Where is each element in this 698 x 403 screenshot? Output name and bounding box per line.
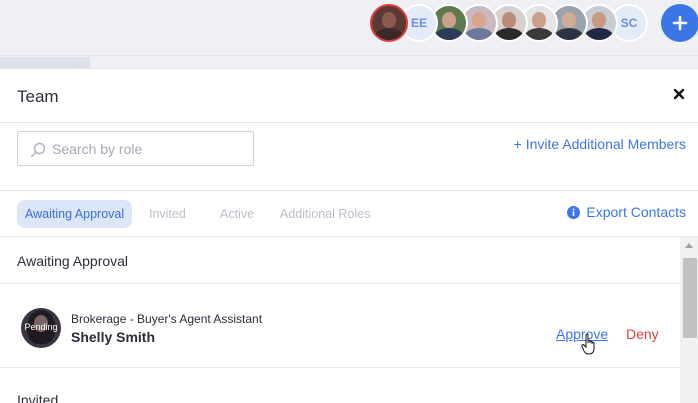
pending-badge: Pending xyxy=(24,322,58,332)
scrollbar-thumb[interactable] xyxy=(683,258,697,338)
panel-header: Team xyxy=(0,69,698,123)
tab-active[interactable]: Active xyxy=(212,200,262,228)
tab-bar: Awaiting Approval Invited Active Additio… xyxy=(0,191,698,237)
member-name: Shelly Smith xyxy=(71,329,156,345)
member-role: Brokerage - Buyer's Agent Assistant xyxy=(71,312,263,326)
close-icon[interactable] xyxy=(672,87,686,101)
add-button[interactable] xyxy=(661,4,698,42)
hand-pointer-icon xyxy=(581,333,595,355)
export-contacts-label: Export Contacts xyxy=(586,204,686,220)
export-contacts-link[interactable]: Export Contacts xyxy=(567,204,686,220)
scroll-up-arrow-icon[interactable] xyxy=(684,241,694,249)
invite-members-link[interactable]: + Invite Additional Members xyxy=(514,136,686,152)
member-row: Pending Brokerage - Buyer's Agent Assist… xyxy=(0,284,698,368)
avatar: Pending xyxy=(21,308,61,348)
top-bar: EE SC xyxy=(0,0,698,56)
tab-additional-roles[interactable]: Additional Roles xyxy=(272,200,378,228)
page-title: Team xyxy=(17,87,59,106)
team-panel: Team + Invite Additional Members Awaitin… xyxy=(0,68,698,403)
plus-icon xyxy=(672,15,688,31)
tab-invited[interactable]: Invited xyxy=(141,200,194,228)
tab-awaiting-approval[interactable]: Awaiting Approval xyxy=(17,200,133,228)
search-input[interactable] xyxy=(52,132,247,165)
search-row: + Invite Additional Members xyxy=(0,123,698,191)
avatar[interactable] xyxy=(370,4,408,42)
search-icon xyxy=(30,142,46,158)
deny-button[interactable]: Deny xyxy=(626,326,659,342)
awaiting-approval-section-header: Awaiting Approval xyxy=(0,237,698,284)
info-icon xyxy=(567,205,581,219)
section-title: Invited xyxy=(17,392,59,403)
invited-section-header: Invited xyxy=(0,368,698,403)
section-title: Awaiting Approval xyxy=(17,253,129,269)
search-box[interactable] xyxy=(17,131,254,166)
